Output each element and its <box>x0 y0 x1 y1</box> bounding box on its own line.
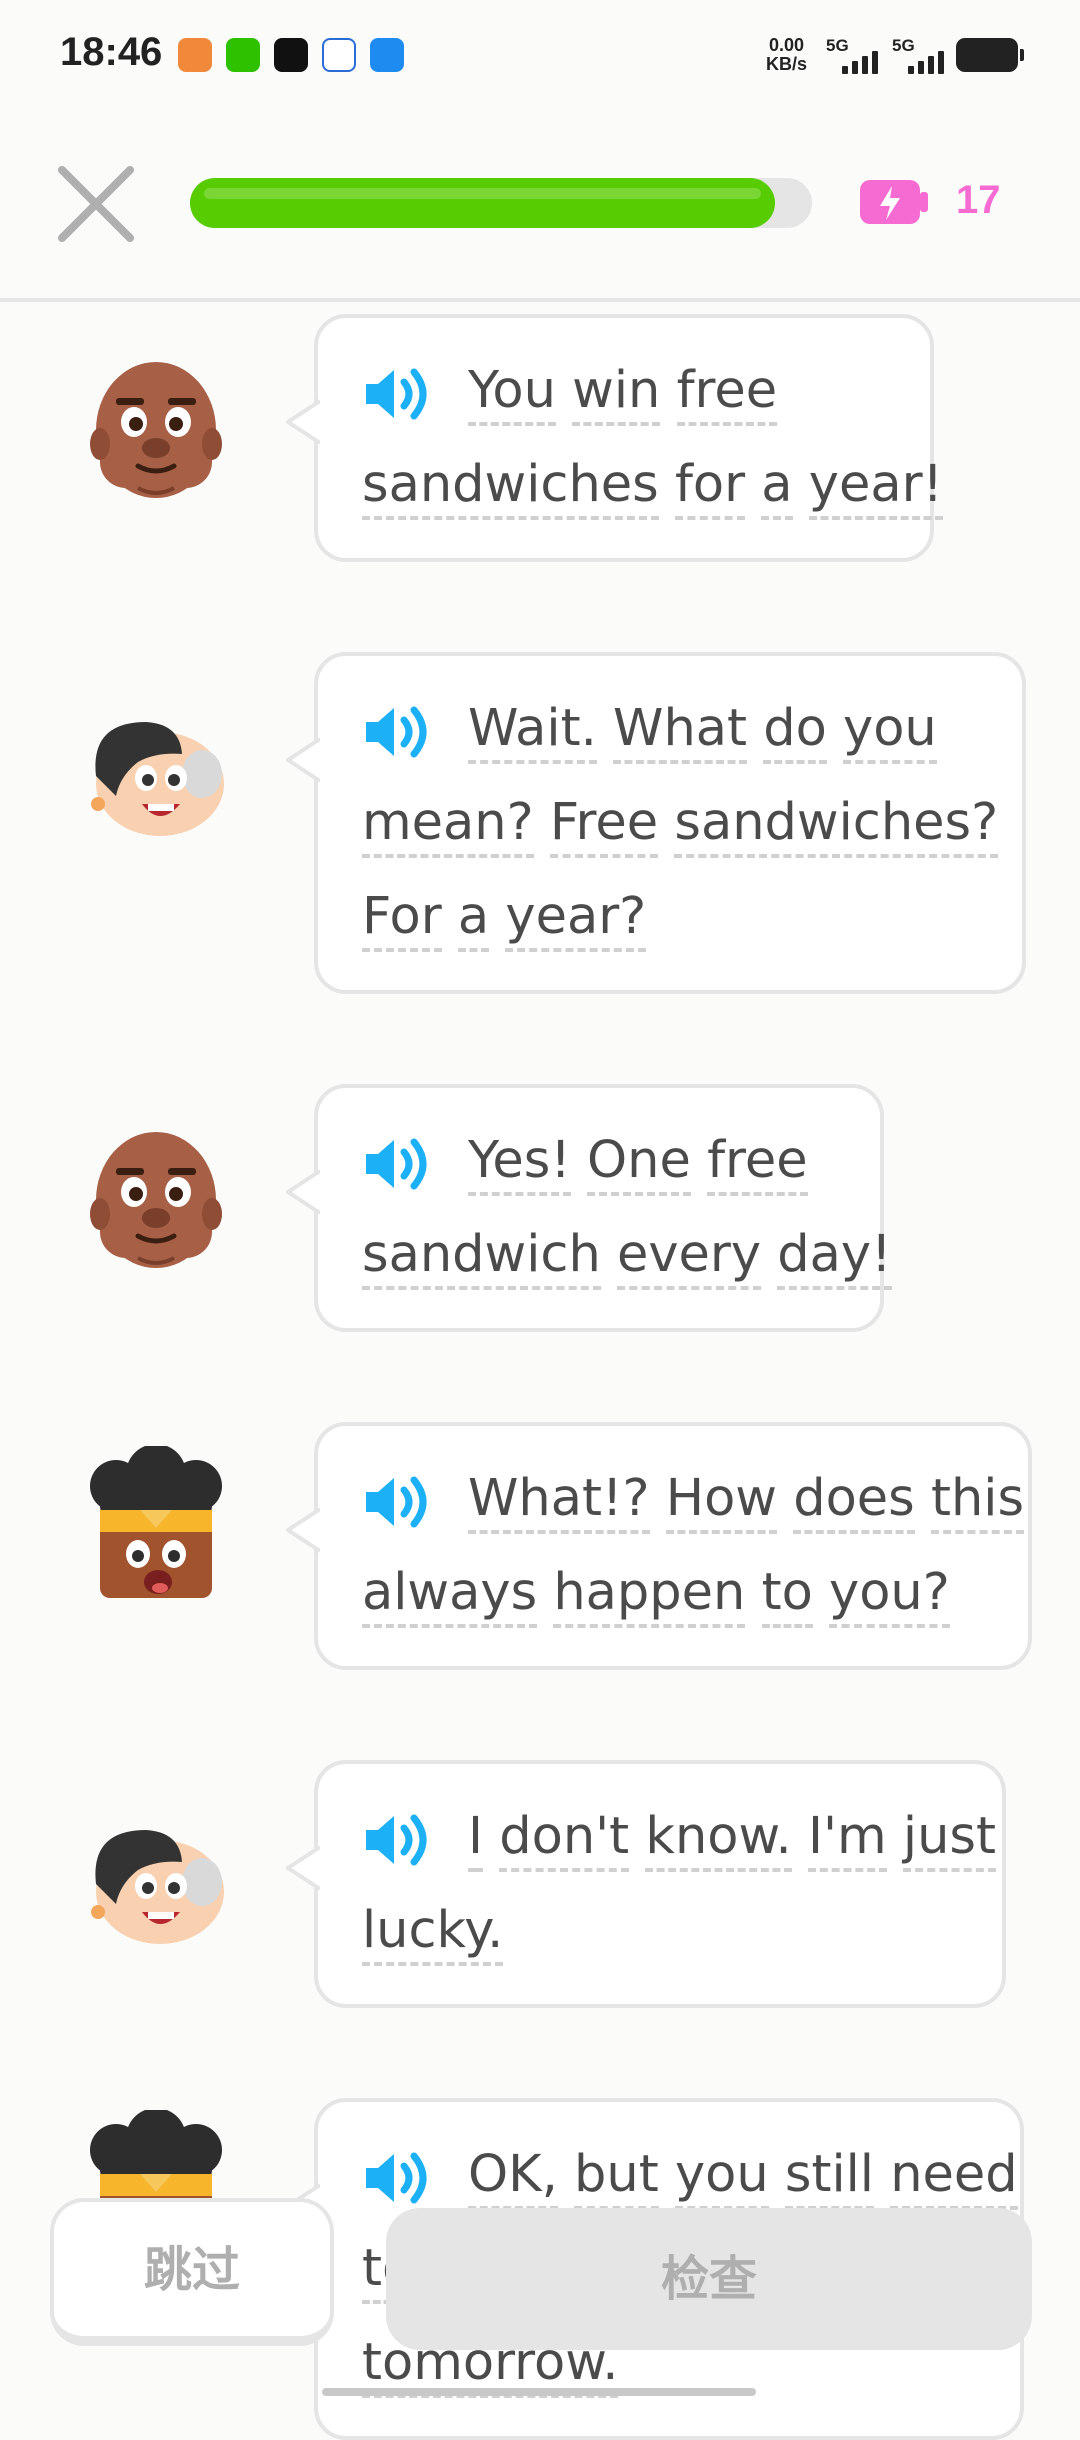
signal-sim2-icon: 5G <box>892 36 952 76</box>
word-token[interactable]: you <box>843 699 937 764</box>
status-bar: 18:46 0.00 KB/s 5G 5G <box>0 0 1080 110</box>
message-line: What!? How does this <box>362 1452 1025 1546</box>
avatar-lin <box>76 1794 236 1954</box>
word-token[interactable]: I'm <box>807 1807 887 1872</box>
word-token[interactable]: win <box>572 361 661 426</box>
word-token[interactable]: One <box>587 1131 691 1196</box>
word-token[interactable]: lucky. <box>362 1901 504 1966</box>
battery-icon <box>956 38 1024 72</box>
notification-icons <box>178 38 404 72</box>
word-token[interactable]: Wait. <box>468 699 597 764</box>
word-token[interactable]: sandwiches? <box>674 793 999 858</box>
avatar-lin <box>76 686 236 846</box>
home-indicator[interactable] <box>322 2388 756 2396</box>
message-line: Yes! One free <box>362 1114 840 1208</box>
speaker-audio-icon[interactable] <box>362 1805 434 1866</box>
network-speed-unit: KB/s <box>766 54 808 74</box>
word-token[interactable]: You <box>468 361 556 426</box>
message-line: You win free <box>362 344 890 438</box>
message-bubble: What!? How does this always happen to you… <box>284 1422 1032 1670</box>
word-token[interactable]: free <box>676 361 778 426</box>
word-token[interactable]: this <box>930 1469 1025 1534</box>
word-token[interactable]: need <box>890 2145 1018 2210</box>
message-line: sandwich every day! <box>362 1208 892 1302</box>
header-divider <box>0 298 1080 302</box>
avatar-eddy <box>76 348 236 508</box>
word-token[interactable]: What!? <box>468 1469 650 1534</box>
message-bubble: Yes! One free sandwich every day! <box>284 1084 892 1332</box>
word-token[interactable]: a <box>457 887 490 952</box>
energy-count: 17 <box>956 178 1001 222</box>
speaker-audio-icon[interactable] <box>362 1467 434 1528</box>
word-token[interactable]: just <box>902 1807 996 1872</box>
word-token[interactable]: sandwich <box>362 1225 601 1290</box>
bubble-tail <box>284 382 322 445</box>
lesson-progress-bar <box>190 178 812 228</box>
word-token[interactable]: every <box>616 1225 762 1290</box>
message-line: Wait. What do you <box>362 682 982 776</box>
message-line: lucky. <box>362 1884 962 1978</box>
wechat-icon <box>226 38 260 72</box>
lesson-progress-fill <box>190 178 775 228</box>
message-line: mean? Free sandwiches? <box>362 776 999 870</box>
signal-sim1-icon: 5G <box>826 36 886 76</box>
speaker-audio-icon[interactable] <box>362 1129 434 1190</box>
bubble-tail <box>284 1828 322 1891</box>
avatar-eddy <box>76 1118 236 1278</box>
word-token[interactable]: OK, <box>468 2145 558 2210</box>
network-speed: 0.00 KB/s <box>766 36 807 74</box>
bubble-tail <box>284 1152 322 1215</box>
energy-battery-icon <box>858 176 930 228</box>
word-token[interactable]: happen <box>553 1563 746 1628</box>
word-token[interactable]: for <box>674 455 746 520</box>
word-token[interactable]: Free <box>549 793 659 858</box>
word-token[interactable]: For <box>362 887 442 952</box>
word-token[interactable]: year! <box>808 455 943 520</box>
word-token[interactable]: a <box>761 455 793 520</box>
close-icon <box>58 166 134 242</box>
message-line: For a year? <box>362 870 982 964</box>
tiktok-icon <box>274 38 308 72</box>
word-token[interactable]: still <box>784 2145 874 2210</box>
bubble-tail <box>284 1490 322 1553</box>
message-line: always happen to you? <box>362 1546 988 1640</box>
message-bubble: I don't know. I'm just lucky. <box>284 1760 1006 2008</box>
browser-icon <box>370 38 404 72</box>
message-line: sandwiches for a year! <box>362 438 943 532</box>
message-line: I don't know. I'm just <box>362 1790 996 1884</box>
word-token[interactable]: mean? <box>362 793 534 858</box>
speaker-audio-icon[interactable] <box>362 697 434 758</box>
word-token[interactable]: I <box>468 1807 484 1872</box>
word-token[interactable]: do <box>763 699 827 764</box>
word-token[interactable]: always <box>362 1563 538 1628</box>
close-button[interactable] <box>56 164 136 244</box>
word-token[interactable]: Yes! <box>468 1131 571 1196</box>
word-token[interactable]: you <box>674 2145 769 2210</box>
network-speed-value: 0.00 <box>768 35 805 55</box>
word-token[interactable]: to <box>761 1563 813 1628</box>
speaker-audio-icon[interactable] <box>362 2143 434 2204</box>
speaker-audio-icon[interactable] <box>362 359 434 420</box>
word-token[interactable]: day! <box>777 1225 892 1290</box>
word-token[interactable]: know. <box>645 1807 792 1872</box>
status-time: 18:46 <box>60 30 163 74</box>
word-token[interactable]: What <box>613 699 748 764</box>
word-token[interactable]: sandwiches <box>362 455 659 520</box>
avatar-bea <box>76 1444 236 1606</box>
message-bubble: Wait. What do you mean? Free sandwiches? F… <box>284 652 1026 994</box>
app-notification-icon <box>178 38 212 72</box>
word-token[interactable]: you? <box>829 1563 950 1628</box>
word-token[interactable]: don't <box>499 1807 630 1872</box>
bubble-tail <box>284 720 322 783</box>
word-token[interactable]: does <box>793 1469 915 1534</box>
message-icon <box>322 38 356 72</box>
message-bubble: You win free sandwiches for a year! <box>284 314 943 562</box>
check-button[interactable]: 检查 <box>386 2208 1032 2350</box>
skip-button[interactable]: 跳过 <box>50 2198 334 2346</box>
word-token[interactable]: but <box>574 2145 659 2210</box>
word-token[interactable]: free <box>707 1131 808 1196</box>
word-token[interactable]: How <box>665 1469 777 1534</box>
word-token[interactable]: year? <box>505 887 647 952</box>
